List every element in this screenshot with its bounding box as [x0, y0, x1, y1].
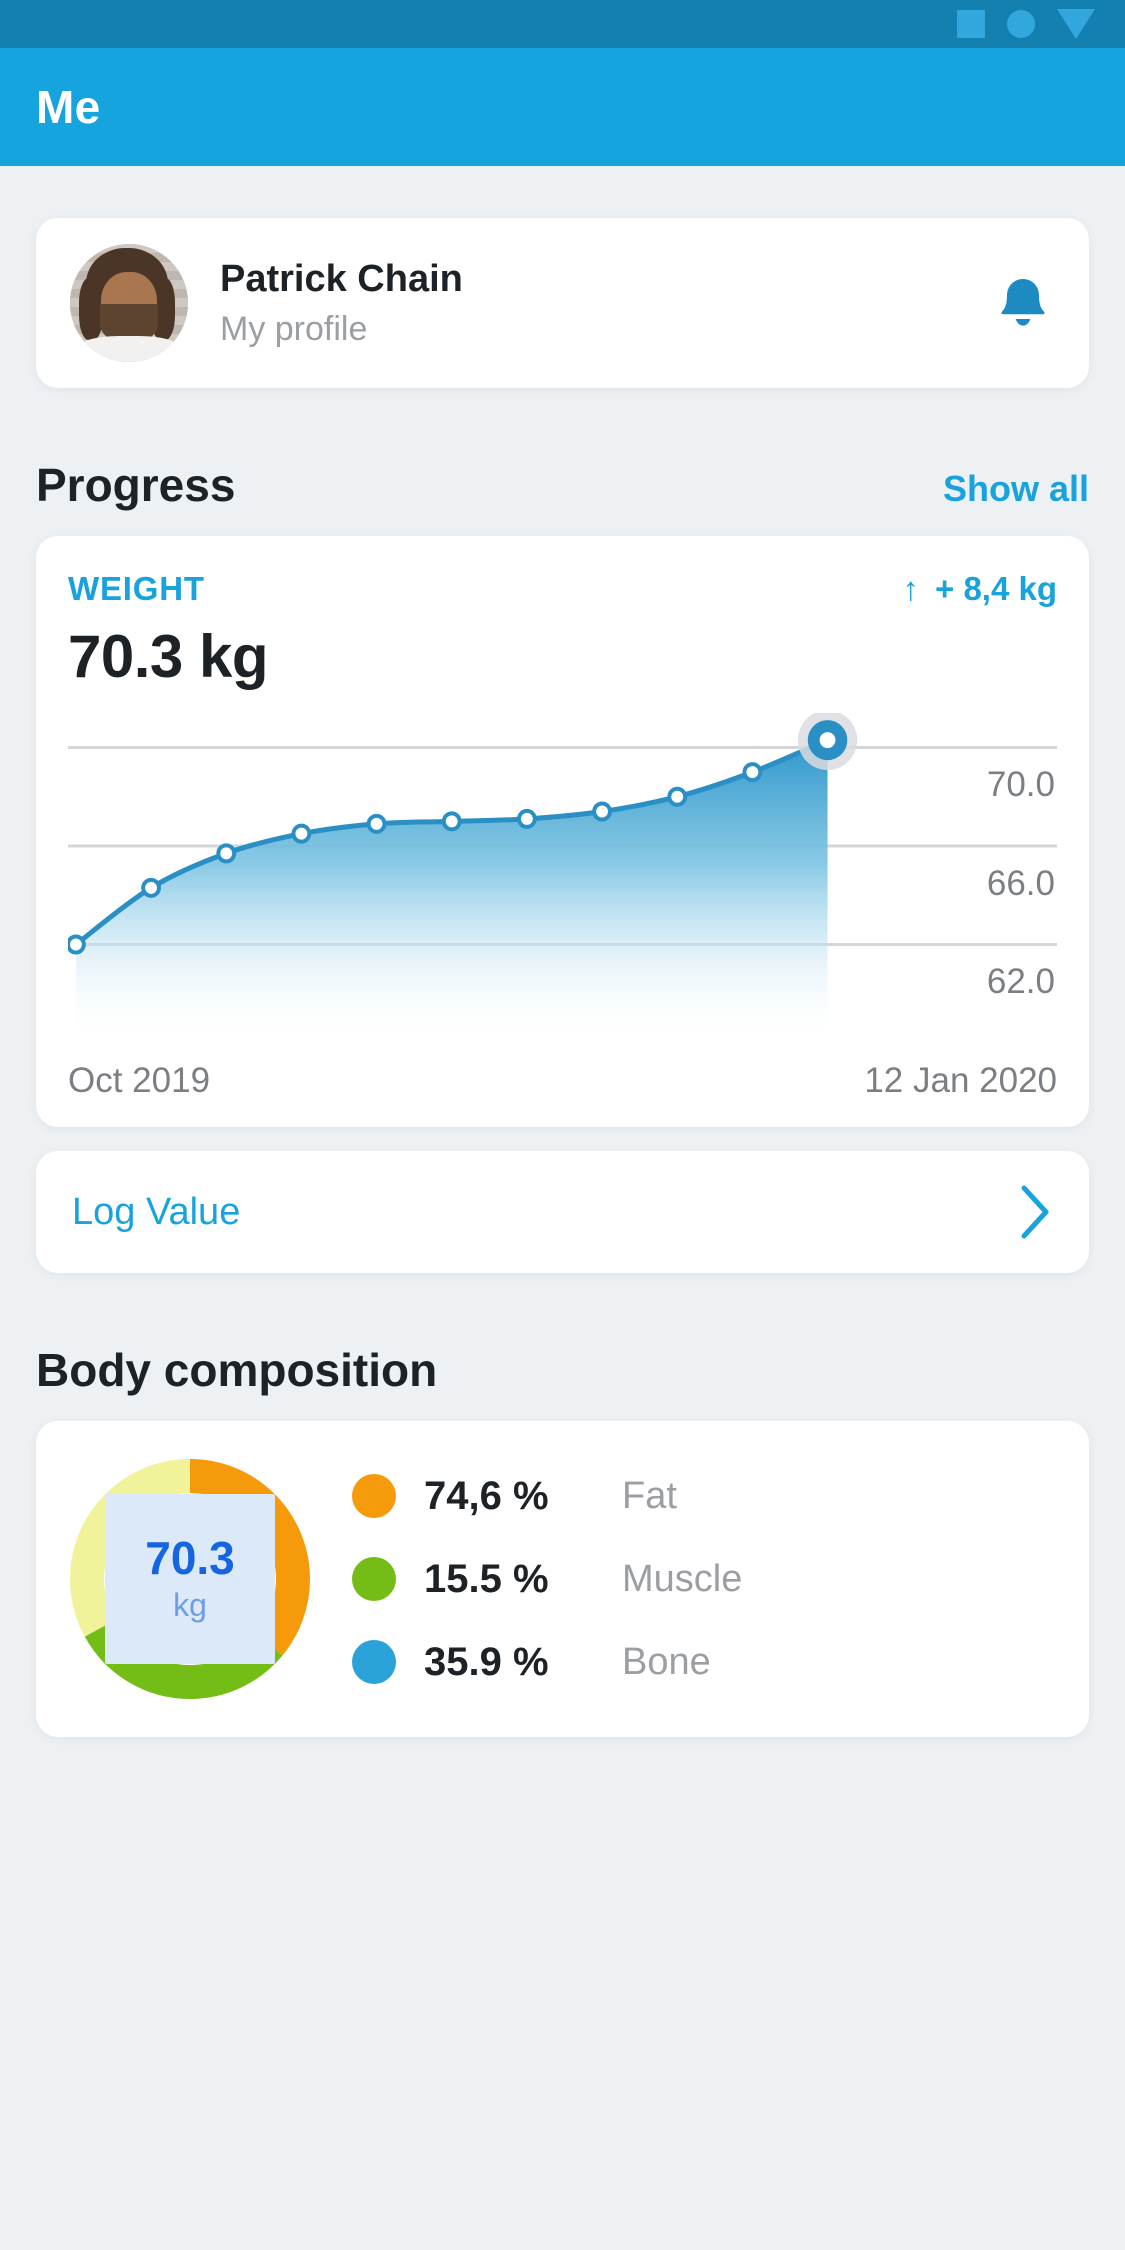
weight-delta-value: + 8,4 kg	[935, 570, 1057, 607]
weight-card-header: WEIGHT ↑ + 8,4 kg	[68, 570, 1057, 608]
legend-label: Bone	[622, 1640, 711, 1683]
legend-color-dot	[352, 1640, 396, 1684]
body-composition-legend: 74,6 % Fat 15.5 % Muscle 35.9 % Bone	[352, 1474, 1057, 1685]
legend-label: Fat	[622, 1474, 677, 1517]
page-title: Me	[36, 81, 101, 133]
profile-name: Patrick Chain	[220, 258, 463, 301]
weight-delta: ↑ + 8,4 kg	[903, 570, 1058, 608]
donut-center: 70.3 kg	[105, 1494, 275, 1664]
legend-label: Muscle	[622, 1557, 743, 1600]
legend-percent: 15.5 %	[424, 1556, 549, 1601]
legend-row: 35.9 % Bone	[352, 1640, 1057, 1685]
profile-card[interactable]: Patrick Chain My profile	[36, 218, 1089, 388]
log-value-label: Log Value	[72, 1190, 241, 1233]
weight-current-value: 70.3 kg	[68, 623, 268, 690]
weight-label: WEIGHT	[68, 570, 205, 607]
donut-value: 70.3	[145, 1531, 235, 1584]
legend-row: 74,6 % Fat	[352, 1474, 1057, 1519]
chevron-right-icon[interactable]	[1019, 1184, 1053, 1240]
body-composition-donut: 70.3 kg	[68, 1457, 312, 1701]
body-composition-title: Body composition	[36, 1344, 438, 1396]
progress-title: Progress	[36, 459, 236, 511]
show-all-link[interactable]: Show all	[943, 468, 1089, 510]
progress-section-header: Progress Show all	[36, 458, 1089, 512]
weight-chart[interactable]: 70.0 66.0 62.0	[68, 713, 1057, 1043]
body-composition-section-header: Body composition	[36, 1343, 1089, 1397]
chart-start-date: Oct 2019	[68, 1061, 211, 1100]
legend-color-dot	[352, 1474, 396, 1518]
weight-card[interactable]: WEIGHT ↑ + 8,4 kg 70.3 kg 70.0 66.0 62.0 O…	[36, 536, 1089, 1127]
chart-end-date: 12 Jan 2020	[864, 1061, 1057, 1100]
square-icon	[957, 10, 985, 38]
chart-x-axis: Oct 2019 12 Jan 2020	[68, 1061, 1057, 1101]
avatar	[70, 244, 188, 362]
app-bar: Me	[0, 48, 1125, 166]
legend-percent: 74,6 %	[424, 1473, 549, 1518]
circle-icon	[1007, 10, 1035, 38]
profile-subtitle: My profile	[220, 309, 368, 348]
profile-text: Patrick Chain My profile	[220, 257, 991, 349]
legend-color-dot	[352, 1557, 396, 1601]
log-value-row[interactable]: Log Value	[36, 1151, 1089, 1273]
status-bar	[0, 0, 1125, 48]
triangle-down-icon	[1057, 9, 1095, 39]
body-composition-card[interactable]: 70.3 kg 74,6 % Fat 15.5 % Muscle 35.9 % Bone	[36, 1421, 1089, 1737]
donut-unit: kg	[173, 1586, 207, 1623]
legend-percent: 35.9 %	[424, 1639, 549, 1684]
arrow-up-icon: ↑	[902, 570, 920, 607]
weight-chart-svg[interactable]	[68, 713, 1057, 1043]
bell-icon[interactable]	[991, 271, 1055, 335]
legend-row: 15.5 % Muscle	[352, 1557, 1057, 1602]
